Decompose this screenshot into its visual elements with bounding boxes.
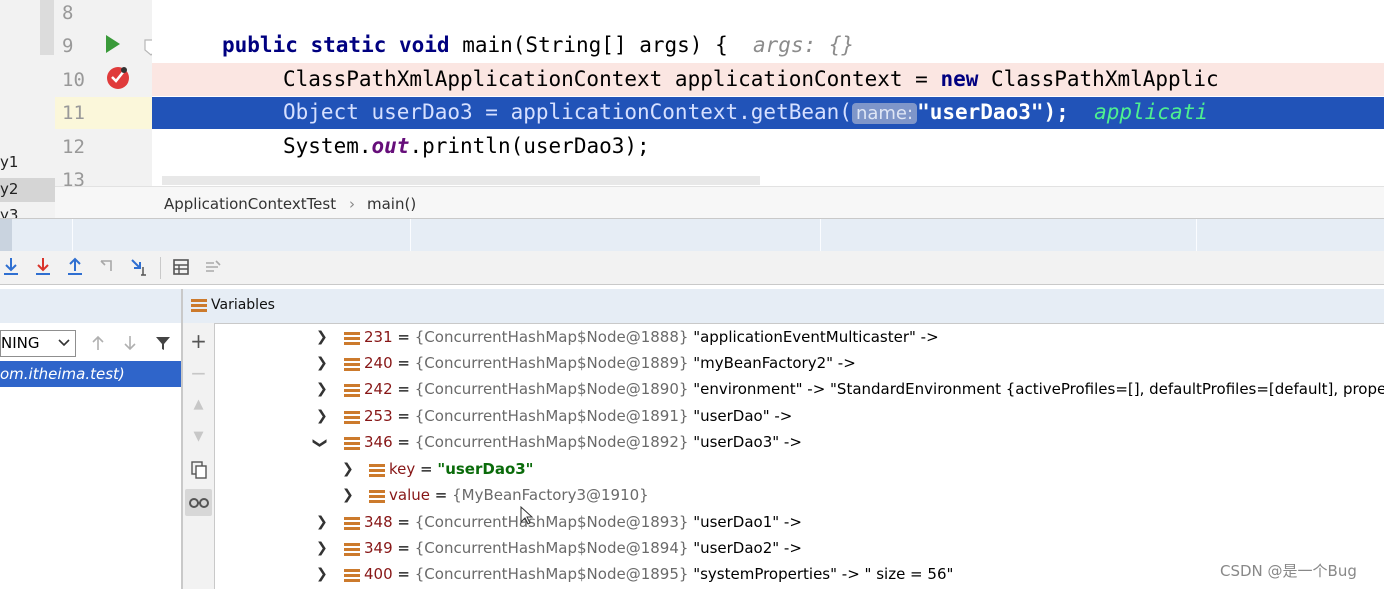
execution-line-highlight bbox=[152, 97, 1384, 129]
field-icon bbox=[344, 411, 360, 425]
drop-frame-icon[interactable] bbox=[98, 257, 116, 277]
debug-toolbar bbox=[0, 251, 1384, 285]
mouse-cursor-icon bbox=[520, 506, 534, 525]
variable-row[interactable]: 400 = {ConcurrentHashMap$Node@1895} "sys… bbox=[364, 565, 953, 589]
project-item[interactable]: y2 bbox=[0, 180, 18, 198]
breakpoint-line-highlight bbox=[152, 63, 1384, 96]
run-arrow-icon[interactable] bbox=[104, 33, 122, 55]
add-watch-icon[interactable]: + bbox=[183, 329, 214, 353]
editor-gutter bbox=[55, 0, 152, 186]
variable-row[interactable]: 231 = {ConcurrentHashMap$Node@1888} "app… bbox=[364, 328, 939, 354]
arrow-down-icon[interactable] bbox=[122, 334, 138, 352]
field-icon bbox=[369, 490, 385, 504]
line-number: 10 bbox=[62, 69, 85, 91]
chevron-right-icon[interactable]: ❯ bbox=[316, 329, 328, 345]
field-icon bbox=[344, 437, 360, 451]
line-number: 9 bbox=[62, 35, 74, 57]
variables-title: Variables bbox=[211, 297, 275, 313]
breadcrumb-separator: › bbox=[349, 195, 355, 213]
chevron-right-icon[interactable]: ❯ bbox=[316, 540, 328, 556]
glasses-icon bbox=[189, 498, 209, 508]
variable-row[interactable]: 242 = {ConcurrentHashMap$Node@1890} "env… bbox=[364, 380, 1384, 406]
tab-active-edge bbox=[0, 219, 12, 252]
toolbar-separator bbox=[160, 257, 161, 279]
remove-watch-icon[interactable]: − bbox=[183, 361, 214, 385]
line-number: 8 bbox=[62, 2, 74, 24]
variable-row[interactable]: 348 = {ConcurrentHashMap$Node@1893} "use… bbox=[364, 513, 802, 539]
horizontal-scrollbar[interactable] bbox=[162, 176, 760, 185]
variables-tree: ❯ 231 = {ConcurrentHashMap$Node@1888} "a… bbox=[214, 323, 1384, 589]
show-watches-toggle[interactable] bbox=[185, 489, 212, 516]
field-icon bbox=[344, 543, 360, 557]
arrow-up-icon[interactable] bbox=[90, 334, 106, 352]
frame-row-selected[interactable]: om.itheima.test) bbox=[0, 361, 181, 387]
frame-label: om.itheima.test) bbox=[0, 365, 125, 383]
chevron-right-icon[interactable]: ❯ bbox=[342, 461, 354, 477]
variables-header: Variables bbox=[182, 289, 1384, 324]
thread-selector-value: NING bbox=[1, 334, 40, 352]
field-icon bbox=[344, 358, 360, 372]
chevron-right-icon[interactable]: ❯ bbox=[316, 566, 328, 582]
chevron-right-icon[interactable]: ❯ bbox=[342, 487, 354, 503]
variable-row-value[interactable]: value = {MyBeanFactory3@1910} bbox=[389, 486, 649, 512]
project-item[interactable]: y1 bbox=[0, 153, 18, 171]
chevron-right-icon[interactable]: ❯ bbox=[316, 381, 328, 397]
chevron-right-icon[interactable]: ❯ bbox=[316, 408, 328, 424]
chevron-right-icon[interactable]: ❯ bbox=[316, 355, 328, 371]
line-number: 11 bbox=[62, 102, 85, 124]
field-icon bbox=[344, 569, 360, 583]
variable-row[interactable]: 253 = {ConcurrentHashMap$Node@1891} "use… bbox=[364, 407, 792, 433]
field-icon bbox=[344, 384, 360, 398]
thread-selector[interactable]: NING bbox=[0, 330, 76, 357]
chevron-right-icon[interactable]: ❯ bbox=[316, 514, 328, 530]
variable-row[interactable]: 349 = {ConcurrentHashMap$Node@1894} "use… bbox=[364, 539, 802, 565]
variables-side-toolbar: + − ▲ ▼ bbox=[182, 323, 215, 589]
scroll-marker bbox=[40, 0, 54, 55]
line-number: 12 bbox=[62, 136, 85, 158]
evaluate-expression-icon[interactable] bbox=[172, 257, 190, 277]
field-icon bbox=[369, 464, 385, 478]
breadcrumb-class[interactable]: ApplicationContextTest bbox=[164, 195, 336, 213]
variable-row-expanded[interactable]: 346 = {ConcurrentHashMap$Node@1892} "use… bbox=[364, 433, 802, 459]
trace-stream-icon[interactable] bbox=[204, 257, 224, 277]
line-number: 13 bbox=[62, 169, 85, 186]
move-up-icon[interactable]: ▲ bbox=[183, 397, 214, 412]
variable-row[interactable]: 240 = {ConcurrentHashMap$Node@1889} "myB… bbox=[364, 354, 856, 380]
project-panel: y1 y2 y3 bbox=[0, 0, 55, 218]
breadcrumb-method[interactable]: main() bbox=[367, 195, 416, 213]
filter-icon[interactable] bbox=[154, 334, 172, 352]
field-icon bbox=[344, 517, 360, 531]
breakpoint-icon[interactable] bbox=[104, 64, 132, 92]
copy-icon[interactable] bbox=[191, 461, 207, 479]
step-out-icon[interactable] bbox=[66, 257, 84, 277]
chevron-down-icon[interactable]: ❯ bbox=[312, 437, 328, 449]
chevron-down-icon bbox=[58, 339, 70, 347]
debug-tab-bar bbox=[0, 218, 1384, 252]
field-icon bbox=[344, 332, 360, 346]
force-step-into-icon[interactable] bbox=[34, 257, 52, 277]
frames-header bbox=[0, 289, 181, 323]
project-item[interactable]: y3 bbox=[0, 206, 18, 218]
breadcrumb: ApplicationContextTest › main() bbox=[55, 186, 1384, 219]
variables-icon bbox=[191, 299, 207, 313]
watermark: CSDN @是一个Bug bbox=[1220, 562, 1357, 580]
step-into-icon[interactable] bbox=[2, 257, 20, 277]
move-down-icon[interactable]: ▼ bbox=[183, 429, 214, 444]
run-to-cursor-icon[interactable] bbox=[130, 257, 150, 277]
variable-row-key[interactable]: key = "userDao3" bbox=[389, 460, 534, 486]
